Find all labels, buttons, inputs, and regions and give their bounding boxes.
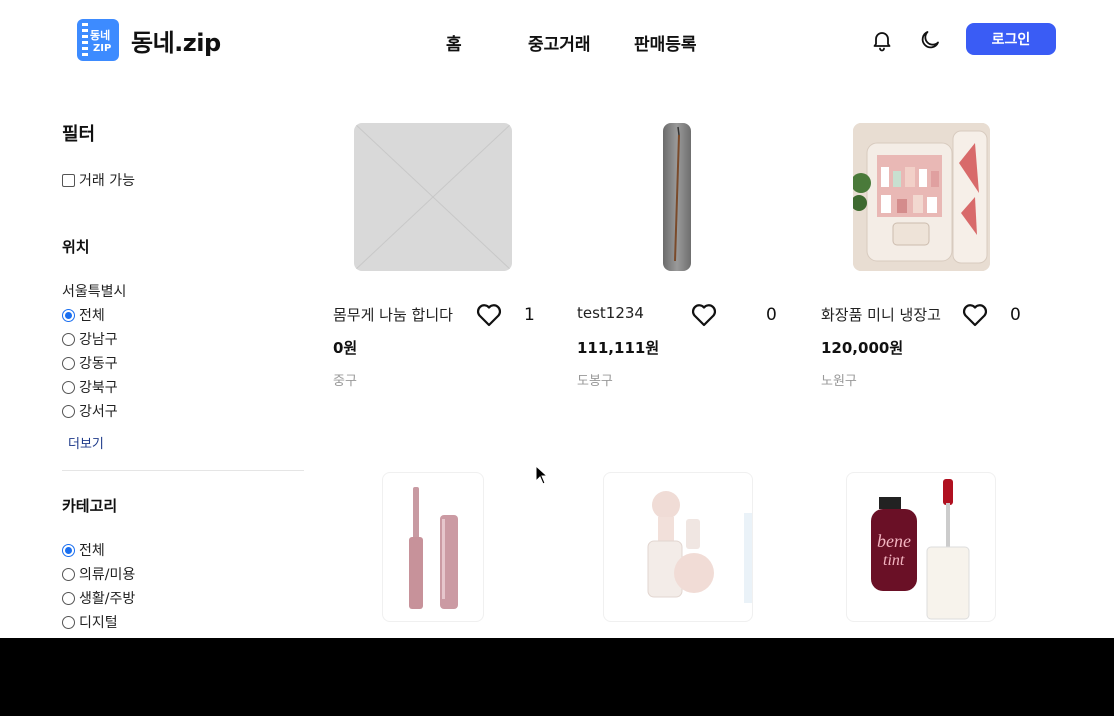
product-location: 도봉구	[577, 374, 613, 389]
like-count: 0	[766, 305, 777, 325]
product-name[interactable]: test1234	[577, 304, 644, 322]
zip-folder-icon: 동네 ZIP	[77, 19, 119, 61]
like-count: 0	[1010, 305, 1021, 325]
category-title: 카테고리	[62, 497, 118, 515]
nav-sell-register[interactable]: 판매등록	[634, 30, 697, 55]
district-option[interactable]: 강동구	[62, 351, 304, 375]
category-option[interactable]: 생활/주방	[62, 586, 304, 610]
product-image[interactable]	[603, 472, 753, 622]
heart-icon[interactable]	[690, 302, 718, 328]
filter-title: 필터	[62, 124, 96, 145]
product-price: 120,000원	[821, 339, 904, 357]
product-location: 노원구	[821, 374, 857, 389]
product-image-placeholder[interactable]	[354, 123, 512, 271]
category-option[interactable]: 의류/미용	[62, 562, 304, 586]
product-price: 0원	[333, 339, 358, 357]
product-image[interactable]	[853, 123, 990, 271]
bottom-black-bar	[0, 638, 1114, 716]
heart-icon[interactable]	[961, 302, 989, 328]
login-button[interactable]: 로그인	[966, 23, 1056, 55]
like-count: 1	[524, 305, 535, 325]
city-label: 서울특별시	[62, 284, 127, 300]
mouse-pointer-icon	[535, 464, 549, 485]
checkbox-icon[interactable]	[62, 173, 75, 187]
nav-home[interactable]: 홈	[446, 30, 462, 55]
product-location: 중구	[333, 374, 357, 389]
logo[interactable]: 동네 ZIP 동네.zip	[77, 19, 221, 61]
radio-icon[interactable]	[62, 543, 75, 557]
district-option[interactable]: 강북구	[62, 375, 304, 399]
radio-icon[interactable]	[62, 615, 75, 629]
filter-sidebar: 필터 거래 가능 위치 서울특별시 전체 강남구 강동구 강북구 강서구 더보기…	[62, 120, 304, 638]
product-price: 111,111원	[577, 339, 660, 357]
category-option[interactable]: 디지털	[62, 610, 304, 634]
header: 동네 ZIP 동네.zip 홈 중고거래 판매등록 로그인	[0, 0, 1114, 80]
radio-icon[interactable]	[62, 591, 75, 605]
product-name[interactable]: 몸무게 나눔 합니다	[333, 304, 453, 325]
category-option[interactable]: 전체	[62, 538, 304, 562]
location-title: 위치	[62, 238, 90, 256]
available-checkbox[interactable]: 거래 가능	[62, 168, 304, 192]
product-name[interactable]: 화장품 미니 냉장고	[821, 304, 941, 325]
dark-mode-moon-icon[interactable]	[918, 28, 942, 52]
heart-icon[interactable]	[475, 302, 503, 328]
radio-icon[interactable]	[62, 567, 75, 581]
radio-icon[interactable]	[62, 308, 75, 322]
district-option[interactable]: 강서구	[62, 399, 304, 423]
radio-icon[interactable]	[62, 404, 75, 418]
page: 동네 ZIP 동네.zip 홈 중고거래 판매등록 로그인 필터 거래 가능 위…	[0, 0, 1114, 638]
bell-icon[interactable]	[870, 28, 894, 52]
district-option[interactable]: 전체	[62, 303, 304, 327]
available-label: 거래 가능	[79, 173, 135, 189]
svg-text:bene: bene	[877, 531, 911, 551]
district-option[interactable]: 강남구	[62, 327, 304, 351]
more-link[interactable]: 더보기	[68, 433, 304, 452]
radio-icon[interactable]	[62, 356, 75, 370]
product-image[interactable]: bene tint	[846, 472, 996, 622]
product-image[interactable]	[382, 472, 484, 622]
radio-icon[interactable]	[62, 332, 75, 346]
product-image[interactable]	[663, 123, 691, 271]
radio-icon[interactable]	[62, 380, 75, 394]
logo-text: 동네.zip	[131, 28, 221, 57]
svg-text:tint: tint	[883, 552, 905, 569]
nav-used-trade[interactable]: 중고거래	[528, 30, 591, 55]
